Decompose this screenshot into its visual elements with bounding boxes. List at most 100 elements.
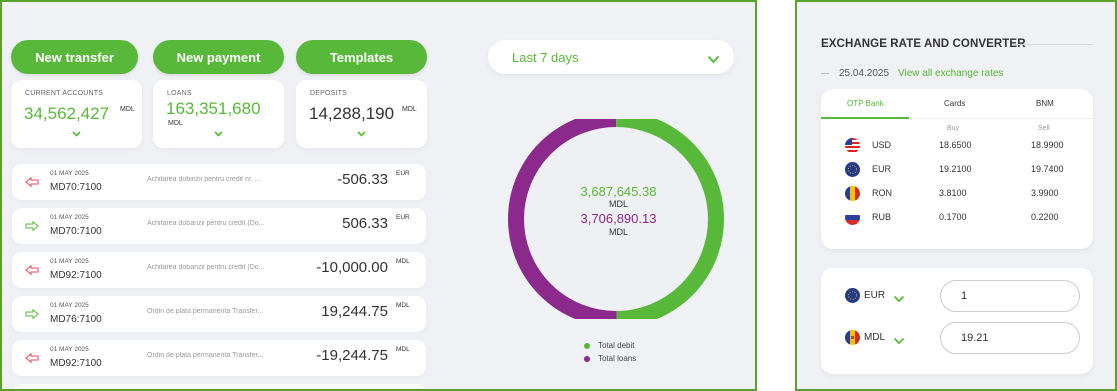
legend-dot-loans [584, 355, 590, 362]
sell-header: Sell [1038, 125, 1050, 132]
to-currency-select[interactable]: MDL [864, 332, 885, 343]
transaction-account: MD70:7100 [50, 182, 102, 193]
templates-button[interactable]: Templates [296, 40, 427, 74]
total-debit-value: 3,687,645.38 [580, 184, 657, 199]
total-loans-currency: MDL [608, 227, 628, 237]
rate-code: RON [872, 188, 892, 198]
transaction-row[interactable]: 01 MAY 2025 MD70:7100 Achitarea dobinzii… [12, 164, 426, 200]
tab-active-underline [821, 117, 909, 119]
deposits-value: 14,288,190 [309, 104, 395, 123]
rate-code: USD [872, 140, 892, 150]
chevron-down-icon[interactable] [296, 124, 427, 142]
legend-item-loans: Total loans [584, 354, 636, 363]
legend-label-loans: Total loans [598, 354, 637, 363]
deposits-card[interactable]: DEPOSITS 14,288,190 MDL [296, 80, 427, 148]
chevron-down-icon[interactable] [11, 124, 142, 142]
transaction-account: MD76:7100 [50, 314, 102, 325]
transaction-account: MD92:7100 [50, 270, 102, 281]
tab-bnm[interactable]: BNM [1036, 99, 1054, 108]
rate-row-eur: EUR 19.2100 19.7400 [821, 162, 1093, 178]
converter-card: EUR 1 MDL 19.21 [821, 268, 1093, 374]
transaction-currency: MDL [396, 346, 410, 353]
new-payment-button[interactable]: New payment [153, 40, 284, 74]
new-transfer-button[interactable]: New transfer [11, 40, 138, 74]
period-select[interactable]: Last 7 days [488, 40, 734, 74]
transaction-amount: -506.33 [337, 171, 388, 188]
tab-cards[interactable]: Cards [944, 99, 965, 108]
legend-dot-debit [584, 342, 590, 349]
transaction-amount: 19,244.75 [321, 303, 388, 320]
rate-sell: 18.9900 [1031, 140, 1064, 150]
total-loans-value: 3,706,890.13 [580, 211, 657, 226]
ru-flag-icon [845, 210, 860, 225]
transaction-currency: EUR [396, 170, 410, 177]
transaction-date: 01 MAY 2025 [50, 346, 89, 353]
exchange-panel: EXCHANGE RATE AND CONVERTER 25.04.2025 V… [795, 0, 1117, 391]
us-flag-icon [845, 138, 860, 153]
rate-code: EUR [872, 164, 892, 174]
rate-sell: 3.9900 [1031, 188, 1059, 198]
loans-title: LOANS [167, 90, 192, 97]
title-divider [1013, 44, 1093, 45]
tab-otp-bank[interactable]: OTP Bank [847, 99, 884, 108]
rate-buy: 0.1700 [939, 212, 967, 222]
transaction-date: 01 MAY 2025 [50, 170, 89, 177]
arrow-right-icon [25, 218, 39, 236]
transaction-date: 01 MAY 2025 [50, 214, 89, 221]
to-amount-input[interactable]: 19.21 [940, 322, 1080, 354]
chevron-down-icon[interactable] [893, 332, 905, 350]
rate-sell: 19.7400 [1031, 164, 1064, 174]
view-all-rates-link[interactable]: View all exchange rates [898, 68, 1003, 79]
transaction-amount: -10,000.00 [316, 259, 388, 276]
transaction-description: Ordin de plata permanenta Transfer... [147, 352, 264, 359]
chevron-down-icon[interactable] [153, 124, 284, 142]
current-accounts-value: 34,562,427 [24, 104, 110, 123]
chevron-down-icon [707, 51, 720, 69]
transaction-account: MD92:7100 [50, 358, 102, 369]
rate-buy: 3.8100 [939, 188, 967, 198]
total-debit-currency: MDL [608, 199, 628, 209]
arrow-right-icon [25, 306, 39, 324]
transaction-row[interactable]: 01 MAY 2025 MD92:7100 Ordin de plata per… [12, 340, 426, 376]
transaction-date: 01 MAY 2025 [50, 258, 89, 265]
transaction-currency: MDL [396, 258, 410, 265]
current-accounts-card[interactable]: CURRENT ACCOUNTS 34,562,427 MDL [11, 80, 142, 148]
rate-sell: 0.2200 [1031, 212, 1059, 222]
ro-flag-icon [845, 186, 860, 201]
transaction-row[interactable]: 01 MAY 2025 MD76:7100 Ordin de plata per… [12, 296, 426, 332]
deposits-title: DEPOSITS [310, 90, 347, 97]
exchange-rate-card: OTP Bank Cards BNM Buy Sell USD 18.6500 … [821, 89, 1093, 249]
transaction-amount: 506.33 [342, 215, 388, 232]
rate-buy: 18.6500 [939, 140, 972, 150]
loans-value: 163,351,680 [166, 99, 261, 118]
from-currency-select[interactable]: EUR [864, 290, 885, 301]
arrow-left-icon [25, 262, 39, 280]
rate-row-usd: USD 18.6500 18.9900 [821, 138, 1093, 154]
period-select-value: Last 7 days [512, 50, 579, 65]
buy-header: Buy [947, 125, 960, 132]
current-accounts-currency: MDL [120, 106, 135, 113]
transaction-row[interactable] [12, 384, 426, 389]
transaction-row[interactable]: 01 MAY 2025 MD70:7100 Achitarea dobanzii… [12, 208, 426, 244]
current-accounts-title: CURRENT ACCOUNTS [25, 90, 104, 97]
chevron-down-icon[interactable] [893, 290, 905, 308]
loans-card[interactable]: LOANS 163,351,680 MDL [153, 80, 284, 148]
converter-from-row: EUR 1 [821, 280, 1093, 312]
accounts-panel: New transfer New payment Templates CURRE… [0, 0, 757, 391]
transaction-description: Achitarea dobanzii pentru credit (Do... [147, 264, 265, 271]
eu-flag-icon [845, 288, 860, 303]
legend-item-debit: Total debit [584, 341, 636, 350]
transaction-currency: MDL [396, 302, 410, 309]
eu-flag-icon [845, 162, 860, 177]
legend-label-debit: Total debit [598, 341, 635, 350]
transaction-currency: EUR [396, 214, 410, 221]
from-amount-input[interactable]: 1 [940, 280, 1080, 312]
chart-legend: Total debit Total loans [584, 341, 636, 367]
transaction-account: MD70:7100 [50, 226, 102, 237]
rate-buy: 19.2100 [939, 164, 972, 174]
transaction-description: Achitarea dobinzii pentru credit nr. ... [147, 176, 261, 183]
rate-code: RUB [872, 212, 892, 222]
transaction-amount: -19,244.75 [316, 347, 388, 364]
date-dash [821, 73, 829, 74]
transaction-row[interactable]: 01 MAY 2025 MD92:7100 Achitarea dobanzii… [12, 252, 426, 288]
